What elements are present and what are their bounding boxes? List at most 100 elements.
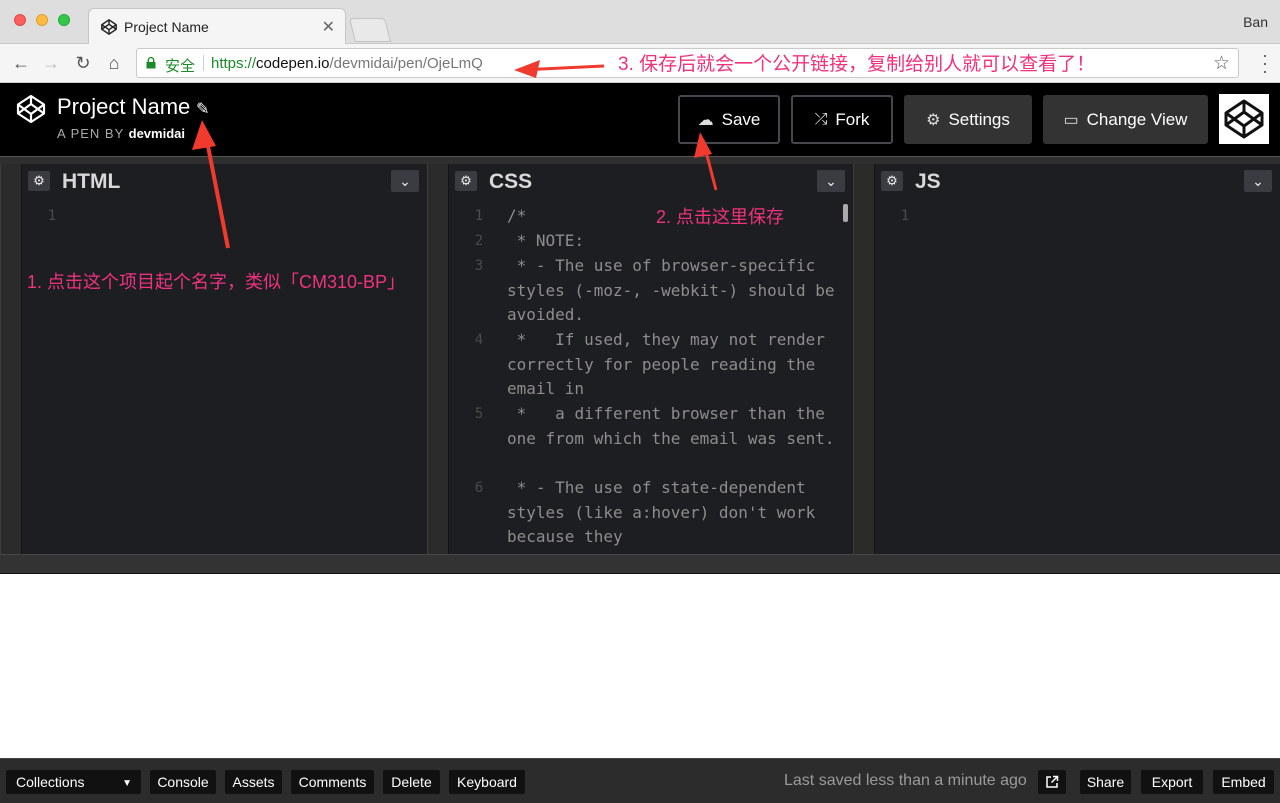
css-pane[interactable]: ⚙ CSS ⌄ 1 /* 2 * NOTE: 3 * - The use of … [449,164,853,554]
css-scrollbar-thumb[interactable] [843,204,848,222]
code-text: * a different browser than the one from … [507,404,835,448]
change-view-label: Change View [1086,109,1188,129]
reload-icon[interactable]: ↻ [70,50,96,76]
js-pane-title: JS [915,170,941,193]
css-settings-gear-icon[interactable]: ⚙ [455,171,477,191]
annotation-step-2: 2. 点击这里保存 [656,207,785,227]
collections-dropdown[interactable]: Collections ▼ [6,770,141,794]
annotation-step-3: 3. 保存后就会一个公开链接，复制给别人就可以查看了！ [618,54,1096,75]
codepen-logo-icon[interactable] [16,94,46,124]
edit-title-pencil-icon[interactable]: ✎ [196,99,209,119]
js-settings-gear-icon[interactable]: ⚙ [881,171,903,191]
html-code-editor[interactable]: 1 [22,202,427,554]
open-external-button[interactable] [1038,770,1066,794]
settings-label: Settings [948,109,1010,129]
new-tab-button[interactable] [349,18,391,42]
line-number: 3 [474,258,484,274]
assets-label: Assets [232,774,275,790]
byline-prefix: A PEN BY [57,126,129,141]
browser-tab[interactable]: Project Name ✕ [88,8,346,44]
embed-button[interactable]: Embed [1213,770,1274,794]
comments-button[interactable]: Comments [291,770,374,794]
secure-label: 安全 [165,58,196,75]
pane-resize-handle[interactable] [853,164,875,554]
browser-tab-bar: Project Name ✕ Ban [0,0,1280,44]
project-title[interactable]: Project Name [57,94,190,120]
js-code-editor[interactable]: 1 [875,202,1280,554]
html-pane-title: HTML [62,170,121,193]
view-icon: ▭ [1063,111,1079,129]
js-pane[interactable]: ⚙ JS ⌄ 1 [875,164,1280,554]
save-button[interactable]: ☁ Save [678,95,780,144]
codepen-favicon-icon [101,19,117,35]
fork-label: Fork [835,109,870,129]
result-resize-bar[interactable] [0,554,1280,575]
lock-icon [146,57,156,69]
html-collapse-chevron-icon[interactable]: ⌄ [391,170,419,192]
html-settings-gear-icon[interactable]: ⚙ [28,171,50,191]
url-protocol: https:// [211,55,257,72]
html-pane[interactable]: ⚙ HTML ⌄ 1 [22,164,427,554]
keyboard-button[interactable]: Keyboard [449,770,525,794]
line-number: 1 [47,208,57,224]
profile-name[interactable]: Ban [1243,14,1268,30]
forward-arrow-icon[interactable]: → [38,50,64,76]
editor-area: ⚙ HTML ⌄ 1 ⚙ CSS ⌄ 1 /* 2 * NOTE: 3 * - … [0,156,1280,575]
cloud-icon: ☁ [697,111,714,129]
avatar-codepen-icon [1219,94,1269,144]
gear-icon: ⚙ [926,111,941,129]
line-number: 4 [474,332,484,348]
css-pane-header: ⚙ CSS ⌄ [449,164,853,196]
caret-down-icon: ▼ [122,778,132,789]
keyboard-label: Keyboard [457,774,517,790]
pane-resize-handle[interactable] [427,164,449,554]
change-view-button[interactable]: ▭ Change View [1043,95,1208,144]
code-text: * - The use of state-dependent styles (l… [507,478,825,547]
maximize-window-button[interactable] [58,14,70,26]
fork-button[interactable]: ⤮ Fork [791,95,893,144]
url-path: /devmidai/pen/OjeLmQ [329,55,483,72]
author-link[interactable]: devmidai [129,126,185,141]
bookmark-star-icon[interactable]: ☆ [1213,52,1230,75]
line-number: 6 [474,480,484,496]
save-label: Save [721,109,761,129]
css-pane-title: CSS [489,170,533,193]
share-button[interactable]: Share [1080,770,1131,794]
delete-button[interactable]: Delete [383,770,440,794]
console-label: Console [157,774,209,790]
line-number: 2 [474,233,484,249]
user-avatar[interactable] [1219,94,1269,144]
url-host: codepen.io [256,55,330,72]
code-text: * If used, they may not render correctly… [507,330,835,399]
close-window-button[interactable] [14,14,26,26]
embed-label: Embed [1221,774,1266,790]
close-tab-icon[interactable]: ✕ [322,17,335,37]
pane-left-gutter [0,164,22,554]
delete-label: Delete [391,774,432,790]
minimize-window-button[interactable] [36,14,48,26]
export-label: Export [1151,774,1193,790]
back-arrow-icon[interactable]: ← [8,50,34,76]
annotation-step-1: 1. 点击这个项目起个名字，类似「CM310-BP」 [27,272,406,292]
pen-byline: A PEN BY devmidai [57,126,185,141]
js-collapse-chevron-icon[interactable]: ⌄ [1244,170,1272,192]
share-label: Share [1086,774,1125,790]
code-text: * - The use of browser-specific styles (… [507,256,845,325]
result-preview[interactable] [0,574,1280,758]
export-button[interactable]: Export [1141,770,1203,794]
browser-menu-icon[interactable]: · · · [1262,46,1268,80]
css-code-editor[interactable]: 1 /* 2 * NOTE: 3 * - The use of browser-… [449,202,853,554]
comments-label: Comments [298,774,367,790]
last-saved-status: Last saved less than a minute ago [784,772,1027,789]
home-icon[interactable]: ⌂ [101,50,127,76]
console-button[interactable]: Console [150,770,216,794]
assets-button[interactable]: Assets [225,770,282,794]
url-text[interactable]: https://codepen.io/devmidai/pen/OjeLmQ [211,55,483,72]
codepen-footer: Collections ▼ Console Assets Comments De… [0,758,1280,803]
settings-button[interactable]: ⚙ Settings [904,95,1032,144]
fork-icon: ⤮ [814,110,828,128]
code-text: * NOTE: [507,231,585,250]
css-collapse-chevron-icon[interactable]: ⌄ [817,170,845,192]
editor-top-strip [0,156,1280,164]
codepen-header: Project Name ✎ A PEN BY devmidai ☁ Save … [0,83,1280,156]
